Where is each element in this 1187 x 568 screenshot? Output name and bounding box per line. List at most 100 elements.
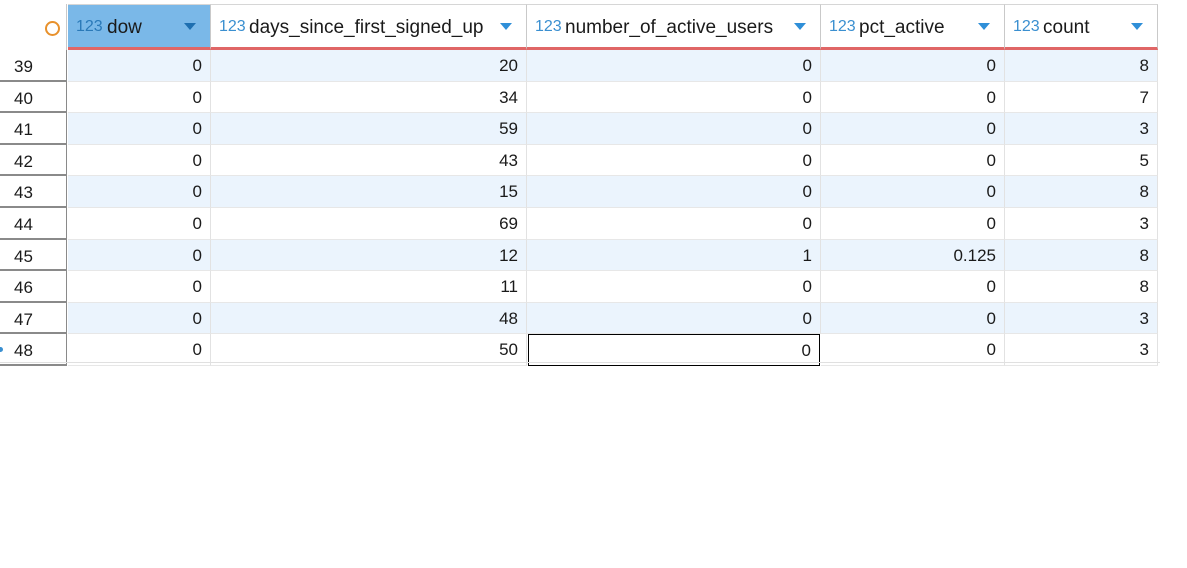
- cell-pct-active[interactable]: 0: [821, 50, 1005, 82]
- table-row[interactable]: 47 0 48 0 0 3: [0, 302, 1187, 335]
- cell-value: 5: [1139, 150, 1149, 170]
- row-number-cell[interactable]: 44: [0, 208, 67, 240]
- numeric-type-icon: 123: [76, 18, 103, 35]
- cell-dow[interactable]: 0: [68, 144, 211, 177]
- cell-pct-active[interactable]: 0: [821, 302, 1005, 335]
- cell-value: 0: [192, 87, 202, 107]
- row-number-cell[interactable]: 47: [0, 302, 67, 335]
- table-row[interactable]: 43 0 15 0 0 8: [0, 176, 1187, 208]
- cell-value: 0: [192, 245, 202, 265]
- cell-pct-active[interactable]: 0: [821, 81, 1005, 114]
- cell-dow[interactable]: 0: [68, 81, 211, 114]
- cell-dow[interactable]: 0: [68, 239, 211, 272]
- cell-value: 3: [1139, 340, 1149, 360]
- cell-count[interactable]: 3: [1005, 208, 1158, 240]
- cell-number-of-active-users[interactable]: 0: [527, 81, 821, 114]
- column-header-count[interactable]: 123 count: [1005, 4, 1158, 50]
- cell-count[interactable]: 7: [1005, 81, 1158, 114]
- cell-value: 50: [499, 340, 518, 360]
- cell-days-since-first-signed-up[interactable]: 59: [211, 113, 527, 145]
- cell-dow[interactable]: 0: [68, 113, 211, 145]
- cell-number-of-active-users[interactable]: 0: [527, 302, 821, 335]
- cell-number-of-active-users[interactable]: 1: [527, 239, 821, 272]
- row-number: 43: [14, 183, 33, 203]
- column-header-label: days_since_first_signed_up: [249, 17, 484, 38]
- cell-count[interactable]: 5: [1005, 144, 1158, 177]
- cell-dow[interactable]: 0: [68, 208, 211, 240]
- cell-days-since-first-signed-up[interactable]: 11: [211, 271, 527, 303]
- column-header-pct-active[interactable]: 123 pct_active: [821, 4, 1005, 50]
- row-number-cell[interactable]: 46: [0, 271, 67, 303]
- cell-number-of-active-users[interactable]: 0: [527, 271, 821, 303]
- cell-dow[interactable]: 0: [68, 50, 211, 82]
- cell-pct-active[interactable]: 0.125: [821, 239, 1005, 272]
- column-header-dow[interactable]: 123 dow: [68, 4, 211, 50]
- row-number-cell[interactable]: 43: [0, 176, 67, 208]
- select-all-corner[interactable]: [0, 4, 67, 50]
- sort-dropdown-icon[interactable]: [1131, 23, 1143, 30]
- cell-count[interactable]: 3: [1005, 302, 1158, 335]
- cell-days-since-first-signed-up[interactable]: 20: [211, 50, 527, 82]
- row-number-cell[interactable]: 39: [0, 50, 67, 82]
- cell-dow[interactable]: 0: [68, 302, 211, 335]
- cell-days-since-first-signed-up[interactable]: 43: [211, 144, 527, 177]
- row-number-cell[interactable]: 45: [0, 239, 67, 272]
- cell-number-of-active-users[interactable]: 0: [527, 50, 821, 82]
- cell-value: 8: [1139, 277, 1149, 297]
- cell-value: 1: [802, 245, 812, 265]
- cell-count[interactable]: 3: [1005, 113, 1158, 145]
- cell-days-since-first-signed-up[interactable]: 15: [211, 176, 527, 208]
- table-row[interactable]: 42 0 43 0 0 5: [0, 144, 1187, 177]
- cell-value: 0: [801, 341, 811, 361]
- cell-days-since-first-signed-up[interactable]: 69: [211, 208, 527, 240]
- grid-bottom-divider: [0, 362, 1160, 363]
- cell-dow[interactable]: 0: [68, 176, 211, 208]
- cell-dow[interactable]: 0: [68, 271, 211, 303]
- cell-value: 0: [192, 150, 202, 170]
- table-row[interactable]: 44 0 69 0 0 3: [0, 208, 1187, 240]
- cell-days-since-first-signed-up[interactable]: 12: [211, 239, 527, 272]
- sort-dropdown-icon[interactable]: [978, 23, 990, 30]
- cell-number-of-active-users[interactable]: 0: [527, 208, 821, 240]
- cell-pct-active[interactable]: 0: [821, 208, 1005, 240]
- cell-number-of-active-users[interactable]: 0: [527, 113, 821, 145]
- sort-dropdown-icon[interactable]: [500, 23, 512, 30]
- cell-value: 59: [499, 119, 518, 139]
- row-number-cell[interactable]: 42: [0, 144, 67, 177]
- numeric-type-icon: 123: [219, 18, 246, 35]
- column-header-days-since-first-signed-up[interactable]: 123 days_since_first_signed_up: [211, 4, 527, 50]
- cell-value: 0.125: [953, 245, 996, 265]
- cell-count[interactable]: 8: [1005, 271, 1158, 303]
- column-header-label: count: [1043, 17, 1090, 38]
- sort-dropdown-icon[interactable]: [184, 23, 196, 30]
- cell-value: 0: [986, 277, 996, 297]
- row-number: 45: [14, 246, 33, 266]
- table-row[interactable]: 40 0 34 0 0 7: [0, 81, 1187, 114]
- cell-value: 11: [500, 277, 518, 297]
- sort-dropdown-icon[interactable]: [794, 23, 806, 30]
- row-number: 47: [14, 309, 33, 329]
- cell-value: 3: [1139, 119, 1149, 139]
- table-row[interactable]: 46 0 11 0 0 8: [0, 271, 1187, 303]
- cell-value: 0: [986, 119, 996, 139]
- table-row[interactable]: 39 0 20 0 0 8: [0, 50, 1187, 82]
- cell-number-of-active-users[interactable]: 0: [527, 176, 821, 208]
- row-number-cell[interactable]: 41: [0, 113, 67, 145]
- cell-pct-active[interactable]: 0: [821, 271, 1005, 303]
- cell-days-since-first-signed-up[interactable]: 48: [211, 302, 527, 335]
- cell-count[interactable]: 8: [1005, 239, 1158, 272]
- row-number-cell[interactable]: 40: [0, 81, 67, 114]
- table-row[interactable]: 45 0 12 1 0.125 8: [0, 239, 1187, 272]
- cell-count[interactable]: 8: [1005, 176, 1158, 208]
- cell-pct-active[interactable]: 0: [821, 144, 1005, 177]
- cell-value: 8: [1139, 56, 1149, 75]
- cell-days-since-first-signed-up[interactable]: 34: [211, 81, 527, 114]
- table-row[interactable]: 41 0 59 0 0 3: [0, 113, 1187, 145]
- cell-pct-active[interactable]: 0: [821, 113, 1005, 145]
- cell-count[interactable]: 8: [1005, 50, 1158, 82]
- column-header-label: dow: [107, 17, 142, 38]
- numeric-type-icon: 123: [829, 18, 856, 35]
- column-header-number-of-active-users[interactable]: 123 number_of_active_users: [527, 4, 821, 50]
- cell-pct-active[interactable]: 0: [821, 176, 1005, 208]
- cell-number-of-active-users[interactable]: 0: [527, 144, 821, 177]
